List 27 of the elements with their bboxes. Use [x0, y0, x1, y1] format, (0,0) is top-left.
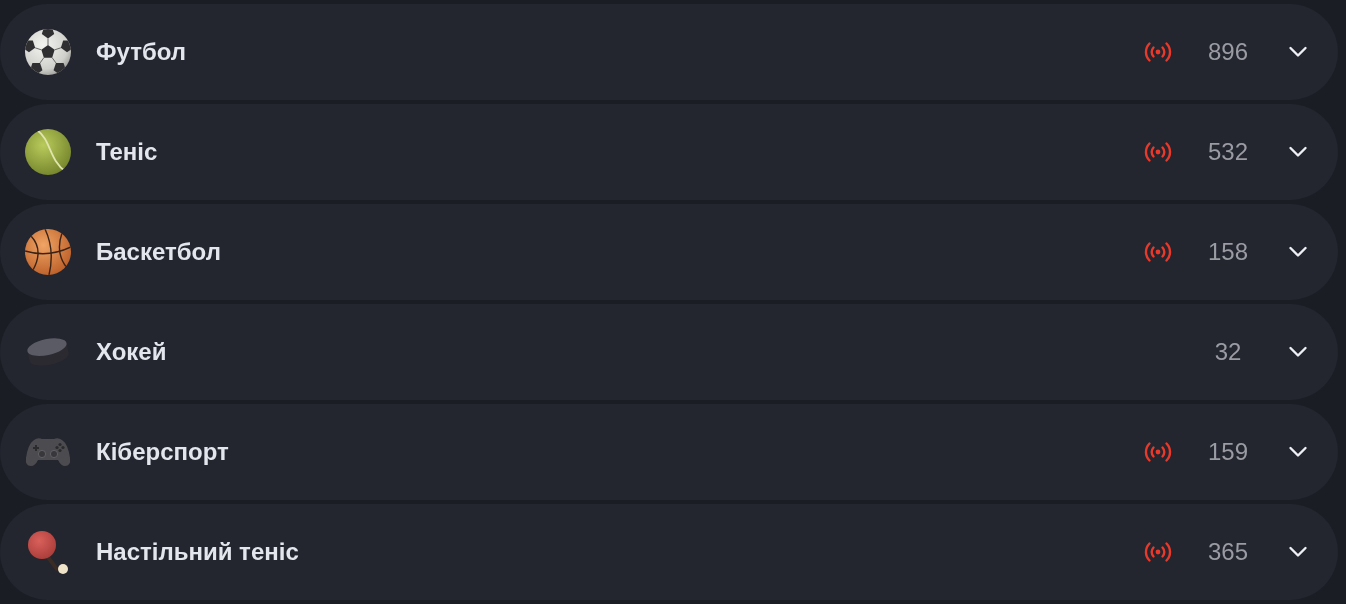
sport-row[interactable]: Хокей 32: [0, 304, 1338, 400]
sport-row[interactable]: Настільний теніс 365: [0, 504, 1338, 600]
chevron-icon[interactable]: [1288, 246, 1308, 258]
sport-row[interactable]: Кіберспорт 159: [0, 404, 1338, 500]
sport-row[interactable]: Теніс 532: [0, 104, 1338, 200]
event-count: 532: [1207, 138, 1248, 166]
event-count: 159: [1207, 438, 1248, 466]
event-count: 158: [1207, 238, 1248, 266]
event-count: 365: [1207, 538, 1248, 566]
sport-name: Футбол: [96, 38, 187, 66]
sport-name: Кіберспорт: [96, 438, 230, 466]
chevron-icon[interactable]: [1288, 546, 1308, 558]
sport-name: Теніс: [96, 138, 159, 166]
soccer-ball-icon: [24, 28, 72, 76]
chevron-icon[interactable]: [1288, 146, 1308, 158]
tennis-ball-icon: [24, 128, 72, 176]
sport-name: Баскетбол: [96, 238, 222, 266]
chevron-icon[interactable]: [1288, 346, 1308, 358]
basketball-icon: [24, 228, 72, 276]
sport-row[interactable]: Баскетбол 158: [0, 204, 1338, 300]
event-count: 32: [1214, 338, 1242, 366]
event-count: 896: [1207, 38, 1248, 66]
sport-row[interactable]: Футбол 896: [0, 4, 1338, 100]
sport-name: Настільний теніс: [96, 538, 300, 566]
chevron-icon[interactable]: [1288, 446, 1308, 458]
chevron-icon[interactable]: [1288, 46, 1308, 58]
sport-name: Хокей: [96, 338, 168, 366]
